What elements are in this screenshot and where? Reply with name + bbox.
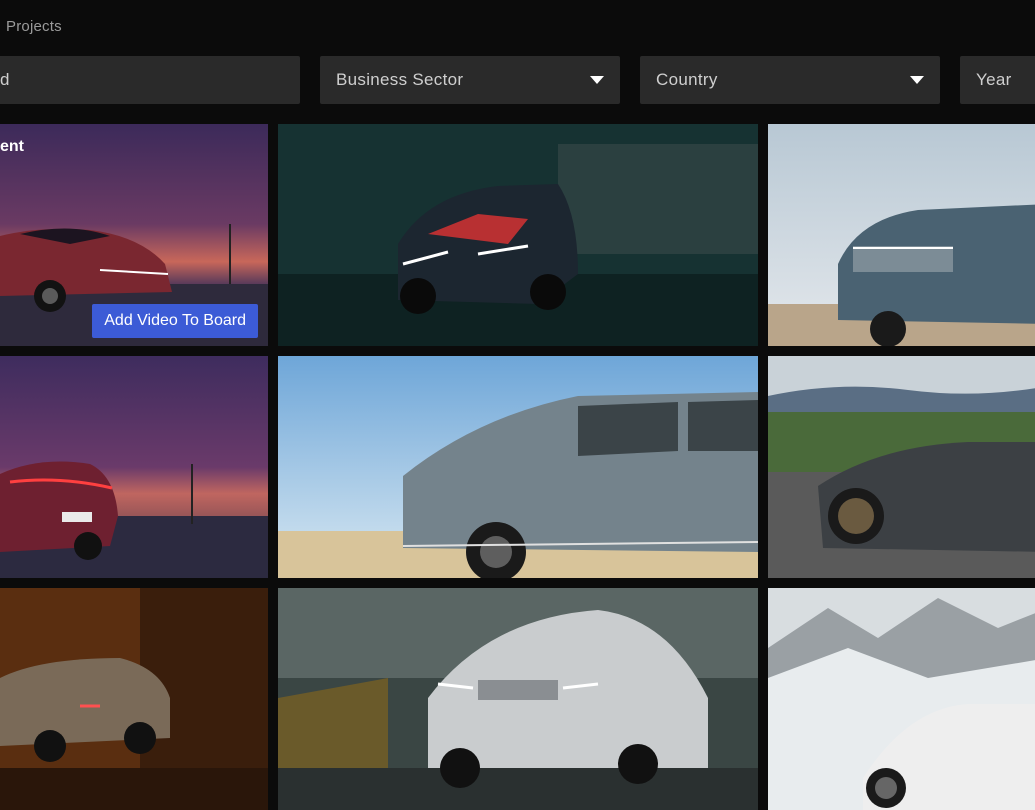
video-thumbnail — [0, 356, 268, 578]
video-thumbnail — [768, 356, 1035, 578]
video-thumbnail — [278, 588, 758, 810]
breadcrumb-projects[interactable]: Projects — [6, 18, 62, 35]
caret-down-icon — [590, 76, 604, 84]
video-tile-race-car-garage[interactable] — [278, 124, 758, 346]
video-thumbnail — [0, 588, 268, 810]
video-thumbnail — [278, 124, 758, 346]
video-tile-porsche-snow[interactable] — [768, 588, 1035, 810]
country-dropdown[interactable]: Country — [640, 56, 940, 104]
search-input-value[interactable]: rd — [0, 70, 284, 90]
video-tile-minivan-beach[interactable] — [278, 356, 758, 578]
year-label: Year — [976, 70, 1012, 89]
country-label: Country — [656, 70, 718, 89]
business-sector-label: Business Sector — [336, 70, 464, 89]
caret-down-icon — [910, 76, 924, 84]
video-thumbnail — [768, 588, 1035, 810]
video-thumbnail — [278, 356, 758, 578]
page: Projects rd Business Sector Country Year — [0, 0, 1035, 810]
video-tile-ev-rear[interactable] — [0, 356, 268, 578]
year-dropdown[interactable]: Year — [960, 56, 1035, 104]
video-tile-suv-coast[interactable] — [768, 124, 1035, 346]
search-field[interactable]: rd — [0, 56, 300, 104]
video-tile-sports-car-vineyard[interactable] — [768, 356, 1035, 578]
video-tile-suv-night-street[interactable] — [0, 588, 268, 810]
add-video-to-board-button[interactable]: Add Video To Board — [92, 304, 258, 338]
video-thumbnail — [768, 124, 1035, 346]
tile-title: ent — [0, 138, 24, 155]
video-tile-suv-tunnel[interactable] — [278, 588, 758, 810]
business-sector-dropdown[interactable]: Business Sector — [320, 56, 620, 104]
video-tile-ev-sunset[interactable]: ent Add Video To Board — [0, 124, 268, 346]
